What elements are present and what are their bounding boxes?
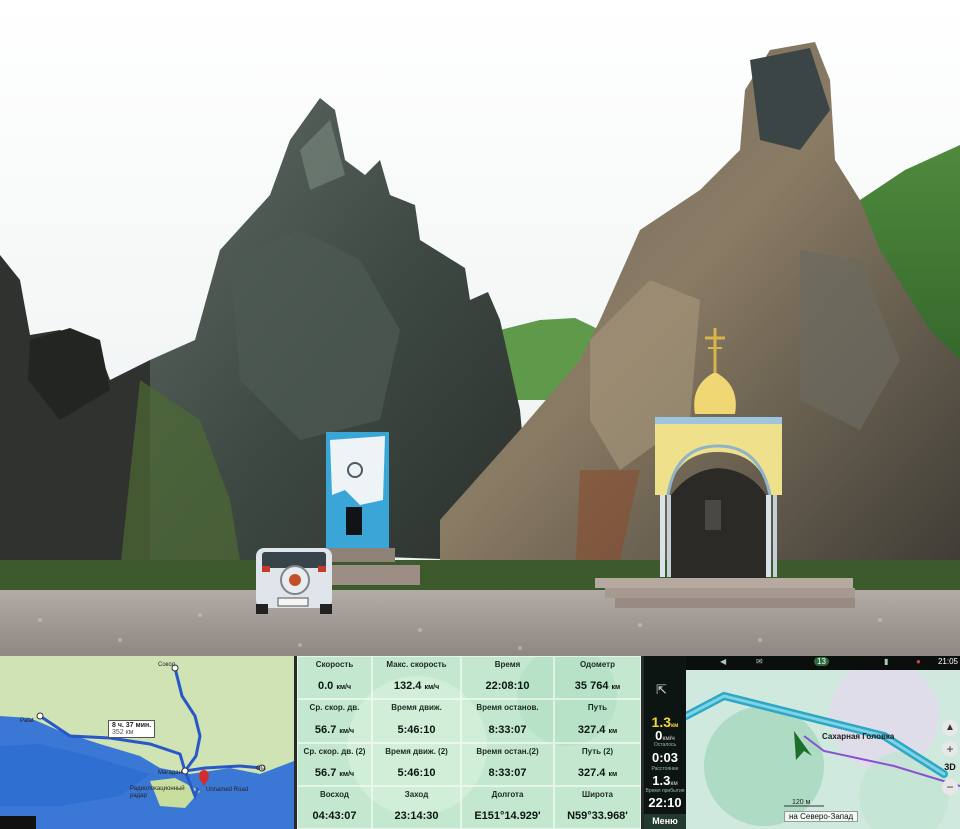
suv-car [256,548,332,614]
place-sokol: Сокол [158,662,176,668]
stat-value: 8:33:07 [488,723,527,736]
stat-value: 132.4 км/ч [393,680,440,693]
zoom-out-button[interactable]: − [942,779,958,795]
notification-badge: 13 [814,657,829,666]
stat-value: 04:43:07 [312,810,357,822]
stat-cell-stop-time-2[interactable]: Время остан.(2) 8:33:07 [461,742,554,786]
stat-cell-distance[interactable]: Путь 327.4 км [554,699,641,743]
monument-map-stele [320,432,395,562]
stat-label: Заход [404,789,429,799]
mail-icon: ✉ [756,657,763,666]
stat-cell-latitude[interactable]: Широта N59°33.968' [554,785,641,829]
stat-cell-max-speed[interactable]: Макс. скорость 132.4 км/ч [372,656,461,700]
arrival-time: 22:10 [648,795,682,810]
current-speed: 0км/ч [655,728,675,743]
place-unnamed-road: Unnamed Road [206,787,249,793]
photo-illustration [0,0,960,656]
route-duration-box: 8 ч. 37 мин. 352 км [108,720,156,738]
stat-value: 327.4 км [577,766,618,779]
zoom-in-button[interactable]: + [942,741,958,757]
navigator-panel: ◀ ✉ 13 ▮ ● 21:05 ⇱ 1.3км 0км/ч Осталось … [644,656,960,829]
place-magadan: Магадан [158,770,182,776]
route-map-panel[interactable]: 8 ч. 37 мин. 352 км Сокол Palat Магадан … [0,656,294,829]
route-duration: 8 ч. 37 мин. [112,722,152,729]
stat-cell-odometer[interactable]: Одометр 35 764 км [554,656,641,700]
remaining-label: Осталось [653,742,677,748]
record-icon: ● [916,657,921,666]
stat-label: Восход [319,789,349,799]
place-name: Сахарная Головка [822,732,895,741]
status-clock: 21:05 [937,657,958,666]
stat-value: 22:08:10 [485,680,530,693]
stat-cell-avg-speed-2[interactable]: Ср. скор. дв. (2) 56.7 км/ч [297,742,372,786]
volume-icon: ◀ [720,657,727,666]
stat-label: Ср. скор. дв. (2) [303,746,366,756]
stat-label: Ср. скор. дв. [309,703,360,713]
stat-cell-moving-time-2[interactable]: Время движ. (2) 5:46:10 [372,742,461,786]
bottom-strip: 8 ч. 37 мин. 352 км Сокол Palat Магадан … [0,656,960,829]
distance-label: Расстояние [651,766,679,772]
stat-label: Время [494,660,521,669]
place-radar: Радиолокационный радар [130,786,185,799]
stat-cell-longitude[interactable]: Долгота E151°14.929' [461,785,554,829]
zoom-controls: ▲ + 3D − [942,720,958,795]
menu-button[interactable]: Меню [644,814,686,829]
stat-label: Путь (2) [581,746,614,756]
maneuver-icon: ⇱ [656,682,667,697]
stat-value: N59°33.968' [567,810,628,822]
stat-cell-moving-time[interactable]: Время движ. 5:46:10 [372,699,461,743]
stat-cell-avg-speed[interactable]: Ср. скор. дв. 56.7 км/ч [297,699,372,743]
stat-value: 327.4 км [577,723,618,736]
stat-label: Путь [587,703,608,713]
stat-value: 56.7 км/ч [314,723,355,736]
stat-value: E151°14.929' [474,810,541,822]
heading-direction: на Северо-Запад [784,811,859,822]
stat-label: Время движ. (2) [385,746,448,756]
place-palat: Palat [20,718,34,724]
stat-label: Время остан.(2) [476,746,539,756]
stat-value: 5:46:10 [397,723,436,736]
map-scale: 120 м [792,799,811,806]
android-status-bar: ◀ ✉ 13 ▮ ● 21:05 [686,656,960,670]
stat-cell-sunset[interactable]: Заход 23:14:30 [372,785,461,829]
stat-label: Скорость [315,660,354,669]
stat-value: 35 764 км [574,680,621,693]
place-ola: Ola [256,766,266,772]
route-map [0,656,294,829]
arrival-label: Время прибытия [645,788,685,794]
stat-label: Долгота [491,789,524,799]
stat-value: 8:33:07 [488,766,527,779]
stat-value: 0.0 км/ч [317,680,352,693]
stat-value: 5:46:10 [397,766,436,779]
trip-stats-panel: Скорость 0.0 км/ч Макс. скорость 132.4 к… [297,656,641,829]
stat-label: Широта [582,789,613,799]
distance-value: 1.3км [652,773,678,788]
stat-value: 56.7 км/ч [314,766,355,779]
compass-icon[interactable]: ▲ [942,720,958,736]
stats-grid: Скорость 0.0 км/ч Макс. скорость 132.4 к… [297,656,641,829]
stat-cell-stop-time[interactable]: Время останов. 8:33:07 [461,699,554,743]
stat-label: Время движ. [391,703,442,713]
stat-cell-time[interactable]: Время 22:08:10 [461,656,554,700]
stat-value: 23:14:30 [394,810,439,822]
stat-label: Одометр [580,660,615,669]
stat-cell-sunrise[interactable]: Восход 04:43:07 [297,785,372,829]
navigator-side-panel: ⇱ 1.3км 0км/ч Осталось 0:03 Расстояние 1… [644,656,686,829]
route-length: 352 км [112,729,134,736]
stat-cell-distance-2[interactable]: Путь (2) 327.4 км [554,742,641,786]
stat-label: Время останов. [476,703,539,713]
battery-icon: ▮ [884,657,889,666]
landscape-photo [0,0,960,656]
view-mode-button[interactable]: 3D [942,762,958,776]
remaining-time: 0:03 [651,750,679,765]
stat-label: Макс. скорость [386,660,447,669]
stat-cell-speed[interactable]: Скорость 0.0 км/ч [297,656,372,700]
